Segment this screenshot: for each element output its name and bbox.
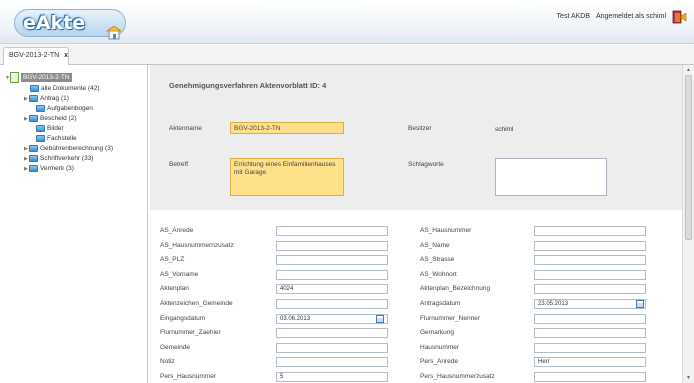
field-label: Hausnummer: [420, 343, 460, 351]
field-input[interactable]: [534, 372, 646, 382]
folder-tree: ▼ BGV-2013-2-TN alle Dokumente (42) ▶ An…: [0, 65, 148, 383]
tab-bgv-2013-2-tn[interactable]: BGV-2013-2-TN x: [3, 47, 69, 65]
app-header: eAkte Test AKDB Angemeldet als schiml: [0, 0, 694, 44]
tree-item[interactable]: ▶ Vermerk (3): [24, 165, 74, 172]
field-input[interactable]: [276, 269, 388, 280]
scroll-down-icon[interactable]: ▼: [686, 375, 691, 381]
field-input[interactable]: [534, 269, 646, 280]
field-input[interactable]: Herr: [534, 357, 646, 368]
tree-item[interactable]: ▶ Schriftverkehr (33): [24, 155, 93, 162]
field-label: Flurnummer_Nenner: [420, 314, 480, 322]
schlagworte-label: Schlagworte: [408, 161, 444, 168]
tree-item[interactable]: Bilder: [36, 125, 64, 132]
field-label: Aktenplan: [160, 285, 189, 293]
field-label: AS_Hausnummernzusatz: [160, 241, 234, 249]
field-label: Gemarkung: [420, 329, 454, 337]
field-label: Notiz: [160, 358, 175, 366]
detail-view: Genehmigungsverfahren Aktenvorblatt ID: …: [150, 65, 682, 383]
field-input[interactable]: [534, 284, 646, 295]
calendar-icon[interactable]: [636, 300, 644, 308]
field-label: AS_Name: [420, 241, 450, 249]
besitzer-value: schiml: [495, 126, 514, 133]
tree-item[interactable]: Aufgabenbogen: [36, 105, 93, 112]
field-input[interactable]: 5: [276, 372, 388, 382]
field-input[interactable]: [534, 240, 646, 251]
betreff-field[interactable]: Errichtung eines Einfamilienhauses mit G…: [230, 158, 344, 196]
field-label: Eingangsdatum: [160, 314, 206, 322]
field-input[interactable]: [534, 342, 646, 353]
folder-icon: [29, 165, 38, 172]
field-label: AS_Wohnort: [420, 270, 457, 278]
field-input[interactable]: [534, 313, 646, 324]
field-input[interactable]: 23.05.2013: [534, 299, 646, 309]
user-info: Test AKDB Angemeldet als schiml: [553, 13, 666, 20]
tree-root-label: BGV-2013-2-TN: [21, 73, 72, 82]
field-label: Pers_Hausnummer: [160, 373, 216, 380]
folder-icon: [36, 125, 45, 132]
folder-icon: [29, 95, 38, 102]
logo-text: eAkte: [23, 12, 86, 34]
home-icon[interactable]: [106, 26, 122, 40]
field-label: Pers_Anrede: [420, 358, 458, 366]
besitzer-label: Besitzer: [408, 125, 432, 132]
scroll-thumb[interactable]: [685, 75, 692, 240]
field-input[interactable]: [534, 328, 646, 339]
folder-icon: [29, 145, 38, 152]
folder-icon: [36, 135, 45, 142]
tree-item[interactable]: Fachstelle: [36, 135, 77, 142]
field-label: AS_Hausnummer: [420, 227, 472, 234]
field-input[interactable]: [276, 226, 388, 236]
field-label: Pers_Hausnummerzusatz: [420, 373, 495, 380]
field-label: Gemeinde: [160, 343, 190, 351]
field-input[interactable]: [276, 342, 388, 353]
field-input[interactable]: [276, 240, 388, 251]
tab-label: BGV-2013-2-TN: [9, 52, 60, 59]
field-label: AS_Vorname: [160, 270, 199, 278]
tab-close-button[interactable]: x: [64, 52, 68, 59]
logout-icon[interactable]: [672, 10, 687, 24]
folder-icon: [29, 115, 38, 122]
aktenname-label: Aktenname: [169, 125, 202, 132]
field-input[interactable]: [534, 226, 646, 236]
aktenname-field[interactable]: BGV-2013-2-TN: [230, 122, 344, 134]
tree-item[interactable]: alle Dokumente (42): [30, 85, 100, 92]
field-label: AS_PLZ: [160, 256, 185, 264]
file-icon: [10, 72, 19, 83]
field-input[interactable]: 03.06.2013: [276, 313, 388, 324]
tree-item[interactable]: ▶ Gebührenberechnung (3): [24, 145, 113, 152]
field-label: Flurnummer_Zaehler: [160, 329, 221, 337]
schlagworte-field[interactable]: [495, 158, 607, 196]
folder-icon: [36, 105, 45, 112]
tree-item[interactable]: ▶ Bescheid (2): [24, 115, 77, 122]
login-status: Angemeldet als schiml: [595, 13, 666, 20]
tree-item[interactable]: ▶ Antrag (1): [24, 95, 69, 102]
field-input[interactable]: [276, 255, 388, 266]
aktenvorblatt-panel: Genehmigungsverfahren Aktenvorblatt ID: …: [150, 65, 682, 210]
scrollbar[interactable]: ▲ ▼: [682, 65, 694, 383]
user-name: Test AKDB: [556, 13, 591, 20]
field-label: AS_Strasse: [420, 256, 455, 264]
field-input[interactable]: [276, 357, 388, 368]
field-input[interactable]: [534, 255, 646, 266]
betreff-label: Betreff: [169, 161, 189, 168]
scroll-up-icon[interactable]: ▲: [686, 67, 691, 73]
field-label: Antragsdatum: [420, 300, 461, 307]
calendar-icon[interactable]: [376, 314, 384, 323]
field-label: AS_Anrede: [160, 227, 194, 234]
folder-icon: [30, 85, 39, 92]
field-label: Aktenplan_Bezeichnung: [420, 285, 491, 293]
panel-title: Genehmigungsverfahren Aktenvorblatt ID: …: [169, 81, 327, 90]
field-input[interactable]: [276, 299, 388, 309]
field-input[interactable]: 4024: [276, 284, 388, 295]
folder-icon: [29, 155, 38, 162]
field-input[interactable]: [276, 328, 388, 339]
tree-root[interactable]: ▼ BGV-2013-2-TN: [5, 72, 72, 83]
field-label: Aktenzeichen_Gemeinde: [160, 300, 233, 307]
tab-strip: BGV-2013-2-TN x: [0, 44, 694, 65]
